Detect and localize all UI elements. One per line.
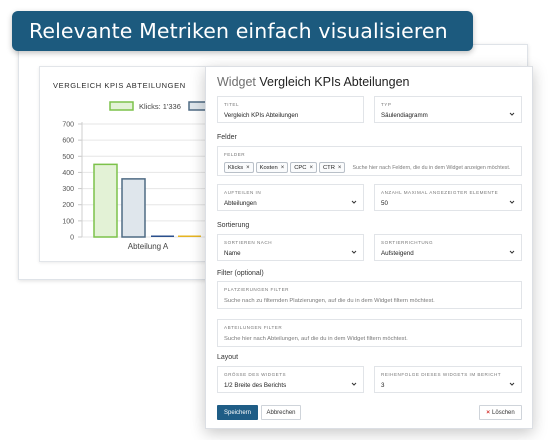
departments-filter-placeholder: Suche hier nach Abteilungen, auf die du … xyxy=(224,336,408,342)
y-tick-label: 600 xyxy=(62,138,74,145)
y-tick-label: 200 xyxy=(62,202,74,209)
split-by-label: AUFTEILEN IN xyxy=(224,190,262,195)
y-tick-label: 500 xyxy=(62,154,74,161)
chevron-down-icon xyxy=(351,250,357,254)
sort-direction-select[interactable]: SORTIERRICHTUNG Aufsteigend xyxy=(374,234,522,261)
delete-button-label: Löschen xyxy=(492,409,515,416)
type-select-label: TYP xyxy=(381,102,392,107)
type-select-value: Säulendiagramm xyxy=(381,112,428,119)
placements-filter-placeholder: Suche nach zu filternden Platzierungen, … xyxy=(224,298,435,304)
bar xyxy=(93,163,118,238)
chevron-down-icon xyxy=(509,200,515,204)
fields-multiselect-label: FELDER xyxy=(224,152,246,157)
widget-size-value: 1/2 Breite des Berichts xyxy=(224,382,287,389)
sort-by-select[interactable]: SORTIEREN NACH Name xyxy=(217,234,364,261)
dialog-title-main: Vergleich KPIs Abteilungen xyxy=(259,75,410,89)
section-filter: Filter (optional) xyxy=(217,270,264,277)
remove-chip-icon[interactable]: × xyxy=(281,165,285,171)
screenshot-stage: Relevante Metriken einfach visualisieren… xyxy=(0,0,550,440)
save-button[interactable]: Speichern xyxy=(217,405,258,420)
title-input[interactable]: TITEL Vergleich KPIs Abteilungen xyxy=(217,96,364,123)
fields-chip-list: Klicks × Kosten × CPC × CTR × Suche hier nach Fe… xyxy=(224,162,510,173)
remove-chip-icon[interactable]: × xyxy=(309,165,313,171)
cancel-button[interactable]: Abbrechen xyxy=(261,405,301,420)
y-tick-label: 0 xyxy=(70,235,74,242)
split-by-select[interactable]: AUFTEILEN IN Abteilungen xyxy=(217,184,364,211)
placements-filter-label: PLATZIERUNGEN FILTER xyxy=(224,287,289,292)
fields-search-placeholder[interactable]: Suche hier nach Feldern, die du in dem W… xyxy=(352,165,510,171)
delete-button[interactable]: × Löschen xyxy=(479,405,522,420)
delete-icon: × xyxy=(486,409,491,416)
bar xyxy=(178,235,201,237)
sort-direction-value: Aufsteigend xyxy=(381,250,414,257)
x-category-label: Abteilung A xyxy=(128,242,169,251)
widget-order-label: REIHENFOLGE DIESES WIDGETS IM BERICHT xyxy=(381,372,502,377)
field-chip-label: CPC xyxy=(294,164,307,171)
remove-chip-icon[interactable]: × xyxy=(246,165,250,171)
remove-chip-icon[interactable]: × xyxy=(338,165,342,171)
section-sortierung: Sortierung xyxy=(217,222,250,229)
dialog-title-prefix: Widget xyxy=(217,75,256,89)
headline-text: Relevante Metriken einfach visualisieren xyxy=(29,19,448,43)
widget-order-value: 3 xyxy=(381,382,385,389)
bar-chart: 700 600 500 400 300 200 100 0 Klicks: 1'336 Abtei… xyxy=(62,101,228,251)
widget-size-select[interactable]: GRÖSSE DES WIDGETS 1/2 Breite des Berich… xyxy=(217,366,364,393)
bar xyxy=(151,235,174,237)
chevron-down-icon xyxy=(351,200,357,204)
chevron-down-icon xyxy=(509,382,515,386)
fields-multiselect[interactable]: FELDER Klicks × Kosten × CPC × CTR × Suche hier … xyxy=(217,146,522,176)
chevron-down-icon xyxy=(509,112,515,116)
sort-by-label: SORTIEREN NACH xyxy=(224,240,273,245)
type-select[interactable]: TYP Säulendiagramm xyxy=(374,96,522,123)
field-chip[interactable]: CTR × xyxy=(319,162,346,173)
chart-widget-card[interactable]: VERGLEICH KPIS ABTEILUNGEN 700 600 500 400 3… xyxy=(39,66,229,262)
section-felder: Felder xyxy=(217,134,237,141)
dialog-title: Widget Vergleich KPIs Abteilungen xyxy=(217,75,410,89)
bar xyxy=(121,178,146,238)
max-elements-value: 50 xyxy=(381,200,388,207)
field-chip-label: Klicks xyxy=(228,164,244,171)
sort-by-value: Name xyxy=(224,250,241,257)
headline-banner: Relevante Metriken einfach visualisieren xyxy=(12,11,473,51)
y-tick-label: 400 xyxy=(62,170,74,177)
max-elements-select[interactable]: ANZAHL MAXIMAL ANGEZEIGTER ELEMENTE 50 xyxy=(374,184,522,211)
y-tick-label: 700 xyxy=(62,122,74,129)
split-by-value: Abteilungen xyxy=(224,200,257,207)
section-layout: Layout xyxy=(217,354,239,361)
title-input-value: Vergleich KPIs Abteilungen xyxy=(224,112,299,119)
widget-order-select[interactable]: REIHENFOLGE DIESES WIDGETS IM BERICHT 3 xyxy=(374,366,522,393)
departments-filter-input[interactable]: ABTEILUNGEN FILTER Suche hier nach Abtei… xyxy=(217,319,522,347)
sort-direction-label: SORTIERRICHTUNG xyxy=(381,240,434,245)
y-tick-label: 300 xyxy=(62,186,74,193)
placements-filter-input[interactable]: PLATZIERUNGEN FILTER Suche nach zu filte… xyxy=(217,281,522,309)
field-chip-label: Kosten xyxy=(259,164,278,171)
chevron-down-icon xyxy=(351,382,357,386)
field-chip-label: CTR xyxy=(323,164,335,171)
title-input-label: TITEL xyxy=(224,102,240,107)
departments-filter-label: ABTEILUNGEN FILTER xyxy=(224,325,283,330)
max-elements-label: ANZAHL MAXIMAL ANGEZEIGTER ELEMENTE xyxy=(381,190,499,195)
widget-edit-dialog: Widget Vergleich KPIs Abteilungen TITEL … xyxy=(205,66,533,429)
field-chip[interactable]: Kosten × xyxy=(255,162,289,173)
field-chip[interactable]: CPC × xyxy=(290,162,317,173)
field-chip[interactable]: Klicks × xyxy=(224,162,254,173)
legend-label: Klicks: 1'336 xyxy=(139,102,181,111)
legend-swatch xyxy=(109,101,134,111)
chevron-down-icon xyxy=(509,250,515,254)
widget-size-label: GRÖSSE DES WIDGETS xyxy=(224,372,287,377)
y-tick-label: 100 xyxy=(62,218,74,225)
